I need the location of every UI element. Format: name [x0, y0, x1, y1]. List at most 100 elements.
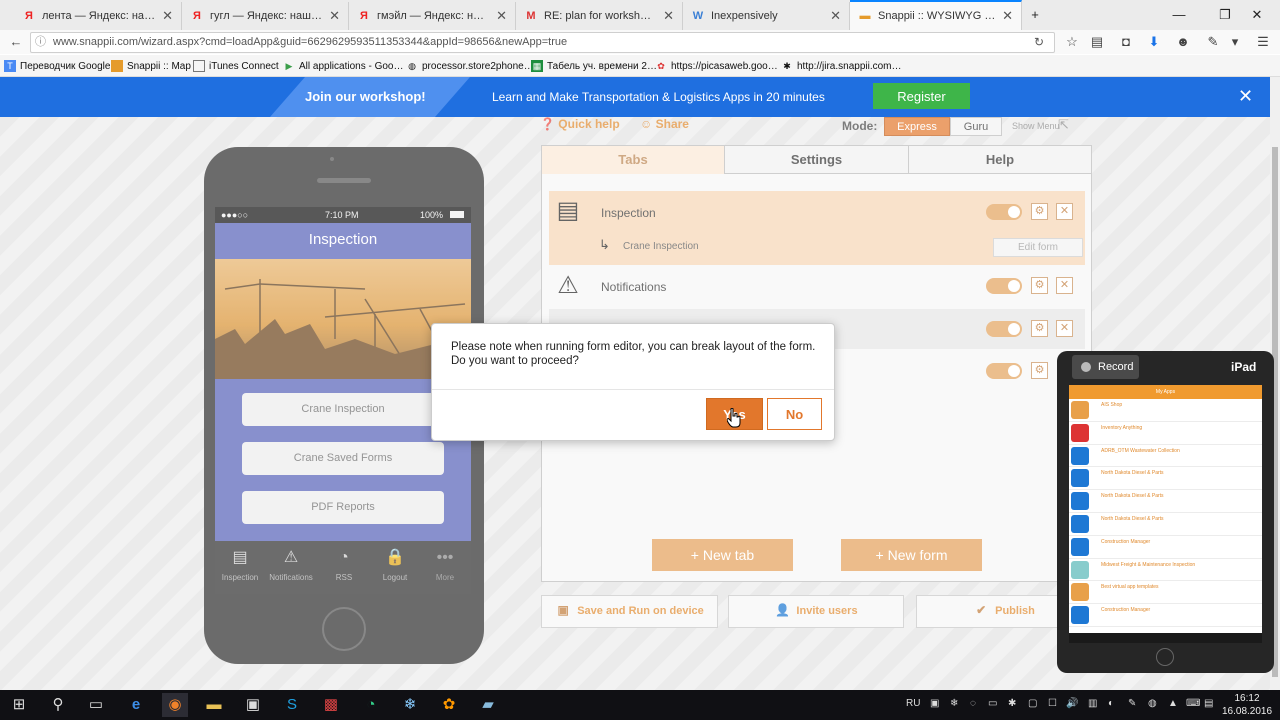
- show-menu-link[interactable]: Show Menu: [1012, 121, 1060, 131]
- record-button[interactable]: Record: [1072, 355, 1139, 379]
- invite-users-button[interactable]: 👤 Invite users: [728, 595, 904, 628]
- tray-icon[interactable]: ◐: [1108, 698, 1114, 709]
- save-run-button[interactable]: ▣ Save and Run on device: [541, 595, 718, 628]
- visibility-toggle[interactable]: [986, 278, 1022, 294]
- gear-icon[interactable]: ⚙: [1031, 277, 1048, 294]
- no-button[interactable]: No: [767, 398, 822, 430]
- list-item[interactable]: Construction Manager: [1069, 604, 1262, 627]
- subitem-name[interactable]: Crane Inspection: [623, 241, 699, 252]
- visibility-toggle[interactable]: [986, 321, 1022, 337]
- task-view-icon[interactable]: ▭: [83, 693, 109, 717]
- register-button[interactable]: Register: [873, 83, 970, 109]
- volume-icon[interactable]: 🔊: [1066, 698, 1078, 709]
- store-icon[interactable]: ▣: [240, 693, 266, 717]
- edit-form-button[interactable]: Edit form: [993, 238, 1083, 257]
- file-explorer-icon[interactable]: ▬: [201, 693, 227, 717]
- close-tab-icon[interactable]: ✕: [830, 8, 841, 24]
- close-tab-icon[interactable]: ✕: [496, 8, 507, 24]
- bookmark-item[interactable]: T Переводчик Google: [4, 58, 110, 74]
- search-icon[interactable]: ⚲: [45, 693, 71, 717]
- tray-icon[interactable]: ☐: [1048, 698, 1057, 709]
- phone-tab-more[interactable]: ••• More: [422, 547, 468, 582]
- quick-help-link[interactable]: ❓ Quick help: [540, 117, 620, 131]
- network-icon[interactable]: ▥: [1088, 698, 1097, 709]
- tab-row-inspection[interactable]: ▤ Inspection ↳ Crane Inspection ⚙ ✕ Edit…: [549, 191, 1085, 265]
- tray-icon[interactable]: ▢: [1028, 698, 1037, 709]
- flower-app-icon[interactable]: ✿: [436, 693, 462, 717]
- list-item[interactable]: Midwest Freight & Maintenance Inspection: [1069, 559, 1262, 582]
- close-tab-icon[interactable]: ✕: [329, 8, 340, 24]
- tray-icon[interactable]: ▲: [1168, 698, 1178, 709]
- action-center-icon[interactable]: ▤: [1204, 698, 1213, 709]
- delete-icon[interactable]: ✕: [1056, 277, 1073, 294]
- list-item[interactable]: Inventory Anything: [1069, 422, 1262, 445]
- windows-start-icon[interactable]: ⊞: [6, 693, 32, 717]
- gear-icon[interactable]: ⚙: [1031, 320, 1048, 337]
- phone-tab-rss[interactable]: ◔ RSS: [321, 547, 367, 582]
- reload-icon[interactable]: ↻: [1034, 33, 1044, 52]
- extension-icon[interactable]: ☻: [1174, 33, 1192, 51]
- browser-tab-active[interactable]: ▬ Snappii :: WYSIWYG Editor ✕: [850, 0, 1022, 30]
- share-link[interactable]: ☺ Share: [640, 117, 689, 131]
- window-close-icon[interactable]: ✕: [1234, 0, 1280, 30]
- browser-tab[interactable]: Я лента — Яндекс: нашлос… ✕: [14, 2, 182, 30]
- mode-guru-button[interactable]: Guru: [950, 117, 1002, 136]
- phone-button-pdf-reports[interactable]: PDF Reports: [242, 491, 444, 524]
- bookmark-item[interactable]: ✿ https://picasaweb.goo…: [655, 58, 778, 74]
- language-indicator[interactable]: RU: [906, 698, 920, 709]
- minimize-icon[interactable]: —: [1156, 0, 1202, 30]
- address-bar[interactable]: ⓘ www.snappii.com/wizard.aspx?cmd=loadAp…: [30, 32, 1055, 53]
- bookmark-item[interactable]: ✱ http://jira.snappii.com…: [781, 58, 901, 74]
- list-item[interactable]: AIS Shop: [1069, 399, 1262, 422]
- edge-icon[interactable]: e: [123, 693, 149, 717]
- phone-button-crane-inspection[interactable]: Crane Inspection: [242, 393, 444, 426]
- bookmark-star-icon[interactable]: ☆: [1063, 33, 1081, 51]
- list-item[interactable]: North Dakota Diesel & Parts: [1069, 513, 1262, 536]
- phone-tab-notifications[interactable]: ⚠ Notifications: [268, 547, 314, 582]
- list-item[interactable]: North Dakota Diesel & Parts: [1069, 467, 1262, 491]
- firefox-icon[interactable]: ◉: [162, 693, 188, 717]
- tray-icon[interactable]: ▭: [988, 698, 997, 709]
- chrome-icon[interactable]: ◔: [358, 693, 384, 717]
- browser-tab[interactable]: M RE: plan for workshops - k… ✕: [516, 2, 683, 30]
- browser-tab[interactable]: Я гугл — Яндекс: нашлось 6… ✕: [182, 2, 349, 30]
- notepad-icon[interactable]: ▰: [475, 693, 501, 717]
- extension-icon[interactable]: ✎: [1204, 33, 1222, 51]
- gear-icon[interactable]: ⚙: [1031, 203, 1048, 220]
- visibility-toggle[interactable]: [986, 204, 1022, 220]
- tray-icon[interactable]: ▣: [930, 698, 939, 709]
- reading-list-icon[interactable]: ▤: [1088, 33, 1106, 51]
- tab-settings[interactable]: Settings: [725, 146, 909, 174]
- keyboard-icon[interactable]: ⌨: [1186, 698, 1200, 709]
- pocket-icon[interactable]: ◘: [1117, 33, 1135, 51]
- bookmark-item[interactable]: ▶ All applications - Goo…: [283, 58, 404, 74]
- tray-icon[interactable]: ◌: [970, 698, 976, 709]
- menu-icon[interactable]: ☰: [1254, 33, 1272, 51]
- mode-express-button[interactable]: Express: [884, 117, 950, 136]
- delete-icon[interactable]: ✕: [1056, 203, 1073, 220]
- browser-tab[interactable]: W Inexpensively ✕: [683, 2, 850, 30]
- bookmark-item[interactable]: ◍ processor.store2phone…: [406, 58, 534, 74]
- new-tab-button[interactable]: + New tab: [652, 539, 793, 571]
- tab-row-notifications[interactable]: ⚠ Notifications ⚙ ✕: [549, 266, 1085, 306]
- close-tab-icon[interactable]: ✕: [1002, 8, 1013, 24]
- bookmark-item[interactable]: iTunes Connect: [193, 58, 279, 74]
- new-form-button[interactable]: + New form: [841, 539, 982, 571]
- bluetooth-icon[interactable]: ✱: [1008, 698, 1016, 709]
- tab-help[interactable]: Help: [909, 146, 1091, 174]
- list-item[interactable]: North Dakota Diesel & Parts: [1069, 490, 1262, 513]
- delete-icon[interactable]: ✕: [1056, 320, 1073, 337]
- tray-icon[interactable]: ✎: [1128, 698, 1136, 709]
- phone-tab-inspection[interactable]: ▤ Inspection: [217, 547, 263, 582]
- back-arrow-icon[interactable]: ←: [7, 33, 25, 51]
- skype-icon[interactable]: S: [279, 693, 305, 717]
- close-banner-icon[interactable]: ✕: [1238, 86, 1253, 107]
- photo-app-icon[interactable]: ▩: [318, 693, 344, 717]
- list-item[interactable]: Construction Manager: [1069, 536, 1262, 559]
- list-item[interactable]: ADRB_OTM Wastewater Collection: [1069, 445, 1262, 468]
- bookmark-item[interactable]: Snappii :: Map: [111, 58, 191, 74]
- browser-tab[interactable]: Я гмэйл — Яндекс: нашло… ✕: [349, 2, 516, 30]
- external-link-icon[interactable]: ⇱: [1058, 117, 1069, 133]
- new-tab-button[interactable]: +: [1022, 0, 1048, 30]
- taskbar-clock[interactable]: 16:12 16.08.2016: [1222, 692, 1272, 718]
